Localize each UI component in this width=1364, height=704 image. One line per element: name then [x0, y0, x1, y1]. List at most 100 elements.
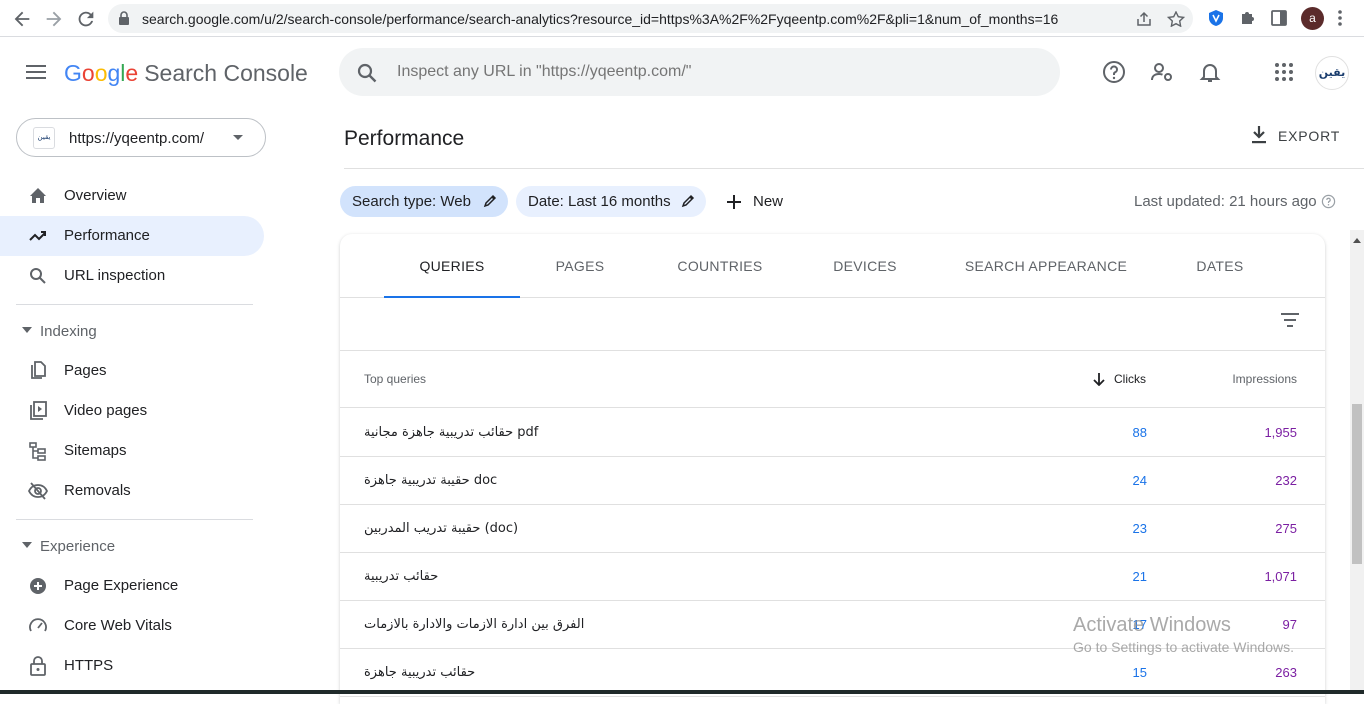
search-console-logo[interactable]: Google Search Console [64, 60, 308, 87]
sidebar-item-url-inspection[interactable]: URL inspection [0, 256, 264, 296]
edit-pencil-icon[interactable] [483, 194, 497, 208]
sidebar-item-page-experience[interactable]: Page Experience [0, 566, 264, 606]
pages-icon [31, 361, 46, 379]
tab-dates[interactable]: DATES [1176, 234, 1264, 298]
plus-icon [727, 195, 741, 209]
search-input[interactable] [397, 60, 1037, 84]
column-header-query: Top queries [364, 372, 427, 386]
browser-toolbar: search.google.com/u/2/search-console/per… [0, 0, 1364, 37]
last-updated-text: Last updated: 21 hours ago [1134, 193, 1317, 210]
manage-users-icon[interactable] [1150, 60, 1174, 84]
impressions-value: 1,955 [1264, 425, 1297, 440]
lock-icon [30, 656, 46, 676]
table-header: Top queries Clicks Impressions [340, 352, 1325, 408]
property-selector[interactable]: يقين https://yqeentp.com/ [16, 118, 266, 157]
table-row[interactable]: حقائب تدريبية جاهزة مجانية pdf 88 1,955 [340, 409, 1325, 457]
clicks-value: 24 [1132, 473, 1147, 488]
extensions-puzzle-icon[interactable] [1239, 9, 1257, 27]
page-title: Performance [344, 127, 465, 150]
sidebar-item-performance[interactable]: Performance [0, 216, 264, 256]
page-scrollbar[interactable] [1350, 230, 1364, 694]
query-text: حقائب تدريبية جاهزة مجانية pdf [364, 425, 539, 440]
table-row[interactable]: حقيبة تدريبية جاهزة doc 24 232 [340, 457, 1325, 505]
lock-icon [119, 11, 129, 25]
browser-profile-avatar[interactable]: a [1301, 7, 1324, 30]
sidebar: يقين https://yqeentp.com/ Overview Perfo… [0, 108, 290, 694]
url-text[interactable]: search.google.com/u/2/search-console/per… [142, 11, 1058, 27]
property-url: https://yqeentp.com/ [69, 130, 205, 147]
main-content: Performance EXPORT Search type: Web Date… [290, 108, 1364, 704]
address-bar[interactable]: search.google.com/u/2/search-console/per… [108, 4, 1193, 33]
help-icon[interactable] [1102, 60, 1126, 84]
sidebar-item-core-web-vitals[interactable]: Core Web Vitals [0, 606, 264, 646]
collapse-arrow-icon [22, 542, 32, 548]
reload-icon[interactable] [75, 8, 97, 30]
sidebar-divider [16, 304, 253, 305]
tab-countries[interactable]: COUNTRIES [665, 234, 775, 298]
query-text: حقائب تدريبية [364, 569, 439, 584]
notifications-bell-icon[interactable] [1198, 60, 1222, 84]
product-name: Search Console [144, 60, 308, 86]
column-header-impressions[interactable]: Impressions [1232, 372, 1297, 386]
sidebar-divider [16, 519, 253, 520]
url-inspection-search[interactable] [339, 48, 1060, 96]
column-header-clicks[interactable]: Clicks [1114, 372, 1146, 386]
search-type-filter-chip[interactable]: Search type: Web [340, 186, 508, 217]
new-filter-button[interactable]: New [724, 188, 794, 216]
sitemap-icon [29, 442, 46, 461]
hamburger-menu-icon[interactable] [26, 65, 46, 79]
search-icon [30, 268, 46, 284]
sidebar-section-indexing[interactable]: Indexing [0, 316, 264, 346]
sidebar-item-removals[interactable]: Removals [0, 471, 264, 511]
table-row[interactable]: حقيبة تدريب المدربين (doc) 23 275 [340, 505, 1325, 553]
edit-pencil-icon[interactable] [681, 194, 695, 208]
dimension-tabs: QUERIES PAGES COUNTRIES DEVICES SEARCH A… [340, 234, 1325, 298]
apps-grid-icon[interactable] [1272, 60, 1296, 84]
scroll-up-arrow-icon[interactable] [1353, 238, 1361, 243]
share-icon[interactable] [1135, 11, 1153, 27]
clicks-value: 23 [1132, 521, 1147, 536]
tab-pages[interactable]: PAGES [530, 234, 630, 298]
sidebar-item-https[interactable]: HTTPS [0, 646, 264, 686]
clicks-value: 15 [1132, 665, 1147, 680]
sidebar-section-experience[interactable]: Experience [0, 531, 264, 561]
sidebar-item-sitemaps[interactable]: Sitemaps [0, 431, 264, 471]
scrollbar-thumb[interactable] [1352, 404, 1362, 564]
trending-up-icon [29, 231, 46, 241]
taskbar-edge [0, 690, 1364, 694]
account-avatar[interactable]: يقين [1315, 56, 1349, 90]
tab-devices[interactable]: DEVICES [814, 234, 916, 298]
search-icon [357, 63, 377, 83]
shield-extension-icon[interactable] [1207, 9, 1225, 27]
home-icon [30, 188, 46, 203]
help-icon[interactable] [1321, 194, 1336, 209]
filter-list-icon[interactable] [1280, 313, 1300, 327]
impressions-value: 275 [1275, 521, 1297, 536]
clicks-value: 21 [1132, 569, 1147, 584]
table-row[interactable]: حقائب تدريبية 21 1,071 [340, 553, 1325, 601]
caret-down-icon [233, 135, 243, 140]
date-filter-chip[interactable]: Date: Last 16 months [516, 186, 706, 217]
tab-queries[interactable]: QUERIES [384, 234, 520, 298]
impressions-value: 1,071 [1264, 569, 1297, 584]
sidebar-item-video-pages[interactable]: Video pages [0, 391, 264, 431]
bookmark-star-icon[interactable] [1167, 11, 1185, 27]
query-text: حقيبة تدريب المدربين (doc) [364, 521, 519, 536]
impressions-value: 232 [1275, 473, 1297, 488]
browser-menu-icon[interactable] [1338, 9, 1342, 27]
side-panel-icon[interactable] [1270, 9, 1288, 27]
forward-arrow-icon[interactable] [43, 8, 65, 30]
impressions-value: 263 [1275, 665, 1297, 680]
sidebar-item-pages[interactable]: Pages [0, 351, 264, 391]
query-text: الفرق بين ادارة الازمات والادارة بالازما… [364, 617, 585, 632]
collapse-arrow-icon [22, 327, 32, 333]
plus-circle-icon [30, 578, 46, 594]
back-arrow-icon[interactable] [11, 8, 33, 30]
speed-gauge-icon [29, 618, 47, 632]
sidebar-item-overview[interactable]: Overview [0, 176, 264, 216]
video-pages-icon [30, 401, 47, 420]
tab-search-appearance[interactable]: SEARCH APPEARANCE [956, 234, 1136, 298]
app-header: GoogleSearch Console يقين [0, 38, 1364, 108]
sort-descending-arrow-icon[interactable] [1093, 372, 1105, 386]
clicks-value: 88 [1132, 425, 1147, 440]
